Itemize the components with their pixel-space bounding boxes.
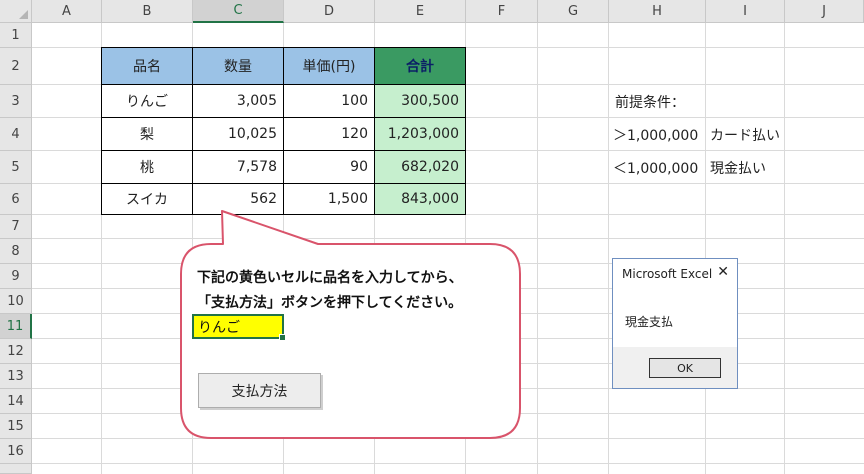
callout-instruction-line2: 「支払方法」ボタンを押下してください。	[197, 295, 463, 311]
spreadsheet: A B C D E F G H I J 1 2 3 4 5 6 7 8 9 10…	[0, 0, 864, 474]
item-input-cell[interactable]: りんご	[192, 314, 286, 341]
item-input-value: りんご	[198, 319, 240, 336]
close-icon[interactable]: ✕	[717, 264, 729, 280]
callout-bubble	[180, 210, 521, 439]
message-box-title: Microsoft Excel	[622, 267, 713, 281]
payment-method-button[interactable]: 支払方法	[198, 373, 321, 408]
fill-handle[interactable]	[279, 334, 286, 341]
message-box-footer: OK	[613, 347, 737, 388]
ok-button[interactable]: OK	[649, 358, 721, 378]
message-box: Microsoft Excel ✕ 現金支払 OK	[612, 258, 738, 389]
message-box-text: 現金支払	[625, 315, 674, 329]
callout-instruction-line1: 下記の黄色いセルに品名を入力してから、	[197, 270, 463, 286]
